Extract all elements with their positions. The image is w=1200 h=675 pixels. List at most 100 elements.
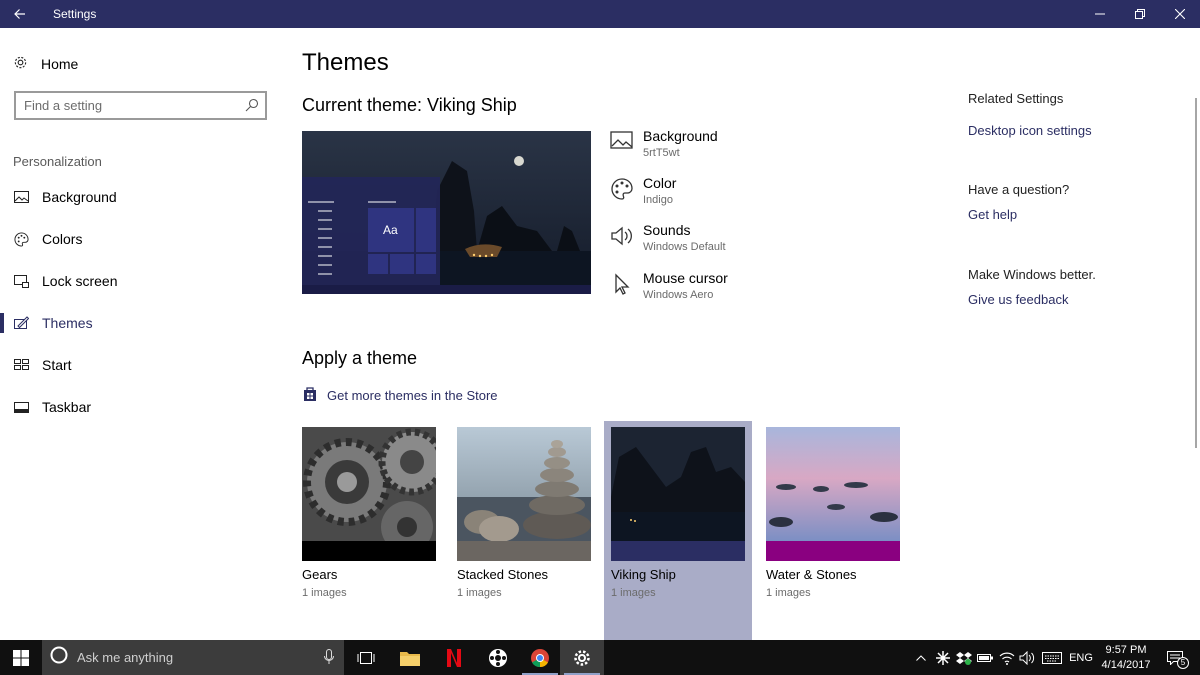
puzzle-icon bbox=[936, 650, 950, 665]
give-feedback-link[interactable]: Give us feedback bbox=[968, 292, 1068, 307]
property-label: Sounds bbox=[643, 222, 691, 238]
window-title: Settings bbox=[53, 7, 97, 21]
microphone-icon[interactable] bbox=[324, 649, 334, 670]
chrome-icon bbox=[531, 648, 549, 667]
cortana-search-input[interactable] bbox=[77, 650, 307, 665]
taskbar-clock[interactable]: 9:57 PM 4/14/2017 bbox=[1100, 643, 1152, 673]
store-themes-link[interactable]: Get more themes in the Store bbox=[302, 386, 498, 405]
property-label: Background bbox=[643, 128, 718, 144]
theme-image-count: 1 images bbox=[611, 587, 656, 599]
action-center-button[interactable]: 5 bbox=[1160, 640, 1190, 675]
file-explorer-button[interactable] bbox=[388, 640, 432, 675]
netflix-button[interactable] bbox=[432, 640, 476, 675]
desktop-icon-settings-link[interactable]: Desktop icon settings bbox=[968, 123, 1092, 138]
viking-ship-preview-image bbox=[302, 131, 591, 294]
chevron-up-icon bbox=[916, 654, 926, 661]
taskbar-icon bbox=[14, 400, 29, 415]
theme-mouse-cursor-setting[interactable]: Mouse cursor Windows Aero bbox=[610, 270, 810, 310]
app-button[interactable] bbox=[476, 640, 520, 675]
start-icon bbox=[14, 358, 29, 373]
netflix-icon bbox=[447, 648, 461, 667]
get-help-link[interactable]: Get help bbox=[968, 207, 1017, 222]
current-theme-heading: Current theme: Viking Ship bbox=[302, 95, 517, 115]
chrome-button[interactable] bbox=[518, 640, 562, 675]
theme-color-setting[interactable]: Color Indigo bbox=[610, 175, 810, 215]
apply-theme-heading: Apply a theme bbox=[302, 348, 418, 368]
lock-screen-icon bbox=[14, 274, 29, 289]
cursor-icon bbox=[610, 272, 634, 296]
page-title: Themes bbox=[302, 49, 389, 76]
tray-app-icon[interactable] bbox=[933, 640, 953, 675]
theme-thumbnail bbox=[766, 427, 900, 561]
sidebar-item-label: Start bbox=[42, 357, 72, 373]
language-indicator[interactable]: ENG bbox=[1066, 640, 1096, 675]
taskbar: ENG 9:57 PM 4/14/2017 5 bbox=[0, 640, 1200, 675]
close-button[interactable] bbox=[1160, 0, 1200, 28]
theme-name: Water & Stones bbox=[766, 567, 857, 582]
show-hidden-icons-button[interactable] bbox=[912, 640, 930, 675]
sidebar-item-lock-screen[interactable]: Lock screen bbox=[0, 261, 280, 301]
windows-logo-icon bbox=[13, 649, 29, 666]
start-button[interactable] bbox=[0, 640, 42, 675]
theme-tile-gears[interactable]: Gears 1 images bbox=[302, 421, 450, 640]
viking-ship-thumbnail-image bbox=[611, 427, 745, 541]
dropbox-icon bbox=[956, 651, 972, 665]
gear-icon bbox=[574, 649, 590, 666]
settings-taskbar-button[interactable] bbox=[560, 640, 604, 675]
volume-tray-icon[interactable] bbox=[1017, 640, 1037, 675]
theme-tile-viking-ship[interactable]: Viking Ship 1 images bbox=[604, 421, 752, 640]
home-label: Home bbox=[41, 56, 79, 72]
sidebar-item-taskbar[interactable]: Taskbar bbox=[0, 387, 280, 427]
battery-tray-icon[interactable] bbox=[975, 640, 995, 675]
preview-sample-text: Aa bbox=[383, 223, 398, 237]
sidebar-item-colors[interactable]: Colors bbox=[0, 219, 280, 259]
personalization-section-label: Personalization bbox=[13, 154, 102, 169]
palette-icon bbox=[610, 177, 634, 201]
theme-thumbnail bbox=[611, 427, 745, 561]
theme-image-count: 1 images bbox=[766, 587, 811, 599]
sidebar-item-start[interactable]: Start bbox=[0, 345, 280, 385]
notification-count-badge: 5 bbox=[1177, 657, 1189, 669]
stacked-stones-thumbnail-image bbox=[457, 427, 591, 542]
theme-sounds-setting[interactable]: Sounds Windows Default bbox=[610, 222, 810, 262]
make-windows-better-heading: Make Windows better. bbox=[968, 267, 1096, 282]
sidebar-item-label: Themes bbox=[42, 315, 93, 331]
find-setting-input[interactable] bbox=[16, 98, 236, 113]
find-setting-box[interactable] bbox=[14, 91, 267, 120]
theme-accent-bar bbox=[611, 541, 745, 561]
keyboard-icon bbox=[1042, 651, 1062, 664]
minimize-icon bbox=[1095, 13, 1105, 15]
minimize-button[interactable] bbox=[1080, 0, 1120, 28]
cortana-search-box[interactable] bbox=[42, 640, 344, 675]
back-button[interactable] bbox=[0, 0, 40, 28]
property-label: Mouse cursor bbox=[643, 270, 728, 286]
task-view-button[interactable] bbox=[344, 640, 388, 675]
task-view-icon bbox=[357, 651, 375, 664]
folder-icon bbox=[400, 651, 420, 666]
theme-name: Gears bbox=[302, 567, 338, 582]
search-icon[interactable] bbox=[245, 98, 259, 117]
theme-accent-bar bbox=[302, 541, 436, 561]
scrollbar[interactable] bbox=[1195, 98, 1197, 448]
gears-thumbnail-image bbox=[302, 427, 436, 553]
battery-icon bbox=[977, 653, 993, 662]
property-value: Indigo bbox=[643, 194, 673, 206]
gear-icon bbox=[13, 55, 28, 73]
touch-keyboard-button[interactable] bbox=[1040, 640, 1064, 675]
picture-icon bbox=[14, 190, 29, 205]
theme-tile-water-stones[interactable]: Water & Stones 1 images bbox=[766, 421, 914, 640]
speaker-icon bbox=[610, 224, 634, 248]
app-icon bbox=[489, 648, 507, 667]
clock-date: 4/14/2017 bbox=[1101, 659, 1151, 671]
sidebar: Home Personalization Background Colors L… bbox=[0, 28, 280, 640]
dropbox-tray-icon[interactable] bbox=[954, 640, 974, 675]
speaker-icon bbox=[1019, 650, 1035, 665]
related-settings-heading: Related Settings bbox=[968, 91, 1064, 106]
sidebar-item-themes[interactable]: Themes bbox=[0, 303, 280, 343]
sidebar-item-background[interactable]: Background bbox=[0, 177, 280, 217]
wifi-tray-icon[interactable] bbox=[997, 640, 1017, 675]
theme-background-setting[interactable]: Background 5rtT5wt bbox=[610, 128, 810, 168]
restore-button[interactable] bbox=[1120, 0, 1160, 28]
home-nav-item[interactable]: Home bbox=[13, 55, 78, 73]
theme-tile-stacked-stones[interactable]: Stacked Stones 1 images bbox=[457, 421, 605, 640]
